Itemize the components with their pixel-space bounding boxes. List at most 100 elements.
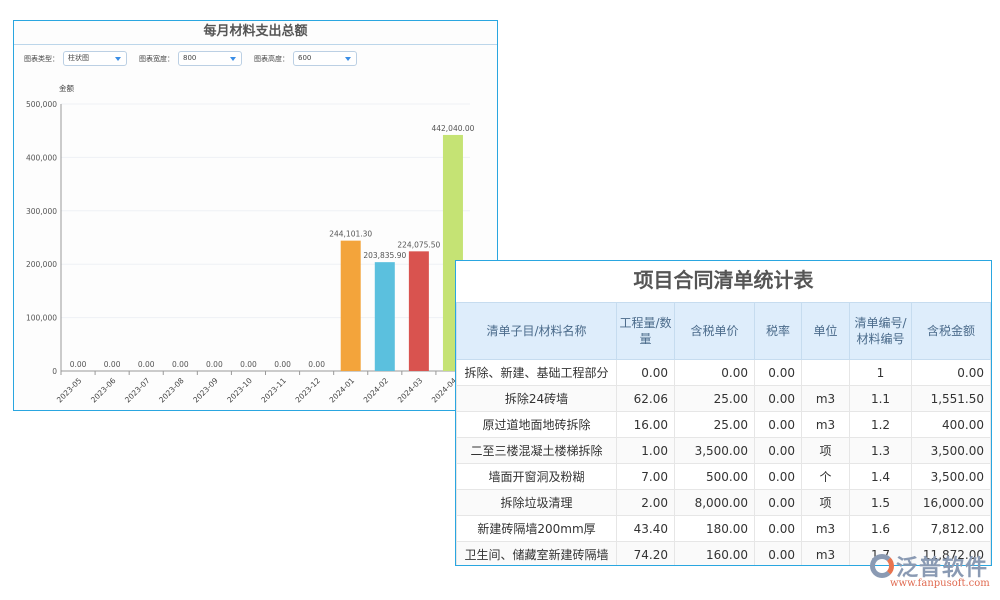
- bar: [375, 262, 395, 371]
- logo: 泛普软件 www.fanpusoft.com: [868, 550, 998, 600]
- table-cell: 项: [802, 490, 850, 516]
- table-cell: 1.00: [617, 438, 675, 464]
- table-cell: 1,551.50: [912, 386, 991, 412]
- table-cell: 7.00: [617, 464, 675, 490]
- table-cell: 3,500.00: [675, 438, 755, 464]
- table-cell: 拆除24砖墙: [457, 386, 617, 412]
- bar-value-label: 0.00: [308, 360, 325, 369]
- table-cell: 0.00: [675, 360, 755, 386]
- logo-icon: [870, 554, 894, 578]
- bar-value-label: 0.00: [240, 360, 257, 369]
- bar-value-label: 0.00: [172, 360, 189, 369]
- logo-url: www.fanpusoft.com: [890, 578, 990, 589]
- table-cell: 1.3: [850, 438, 912, 464]
- x-tick-label: 2023-09: [191, 376, 220, 405]
- table-cell: m3: [802, 412, 850, 438]
- table-cell: 2.00: [617, 490, 675, 516]
- table-title: 项目合同清单统计表: [456, 261, 991, 302]
- chevron-down-icon: [115, 57, 121, 61]
- table-cell: 0.00: [755, 490, 802, 516]
- table-row[interactable]: 二至三楼混凝土楼梯拆除1.003,500.000.00项1.33,500.00: [457, 438, 991, 464]
- table-cell: [802, 360, 850, 386]
- chevron-down-icon: [345, 57, 351, 61]
- x-tick-label: 2023-06: [89, 376, 118, 405]
- table-cell: m3: [802, 386, 850, 412]
- table-cell: 400.00: [912, 412, 991, 438]
- y-tick-label: 500,000: [26, 100, 57, 109]
- chart-width-label: 图表宽度：: [139, 54, 174, 64]
- y-axis-label: 金额: [59, 83, 74, 93]
- x-tick-label: 2023-07: [123, 376, 152, 405]
- table-cell: 1: [850, 360, 912, 386]
- table-row[interactable]: 拆除垃圾清理2.008,000.000.00项1.516,000.00: [457, 490, 991, 516]
- table-cell: 25.00: [675, 412, 755, 438]
- table-cell: 墙面开窗洞及粉糊: [457, 464, 617, 490]
- y-tick-label: 100,000: [26, 314, 57, 323]
- table-cell: 原过道地面地砖拆除: [457, 412, 617, 438]
- table-row[interactable]: 新建砖隔墙200mm厚43.40180.000.00m31.67,812.00: [457, 516, 991, 542]
- table-cell: 1.5: [850, 490, 912, 516]
- bar-value-label: 442,040.00: [431, 124, 474, 133]
- x-tick-label: 2023-05: [55, 376, 84, 405]
- table-cell: m3: [802, 542, 850, 567]
- table-cell: 0.00: [755, 386, 802, 412]
- chart-type-label: 图表类型：: [24, 54, 59, 64]
- table-cell: 180.00: [675, 516, 755, 542]
- table-cell: 0.00: [755, 438, 802, 464]
- bar-value-label: 203,835.90: [363, 251, 406, 260]
- bar-value-label: 0.00: [274, 360, 291, 369]
- table-cell: 3,500.00: [912, 464, 991, 490]
- bar-value-label: 0.00: [70, 360, 87, 369]
- y-tick-label: 400,000: [26, 153, 57, 162]
- column-header[interactable]: 清单子目/材料名称: [457, 303, 617, 360]
- chart-height-label: 图表高度：: [254, 54, 289, 64]
- y-tick-label: 0: [52, 367, 57, 376]
- table-cell: 卫生间、储藏室新建砖隔墙: [457, 542, 617, 567]
- column-header[interactable]: 税率: [755, 303, 802, 360]
- table-cell: 0.00: [755, 464, 802, 490]
- chart-width-select[interactable]: 800: [178, 51, 242, 66]
- x-tick-label: 2024-03: [396, 376, 425, 405]
- bar-value-label: 0.00: [138, 360, 155, 369]
- x-tick-label: 2023-10: [225, 376, 254, 405]
- x-tick-label: 2023-11: [259, 376, 288, 405]
- x-tick-label: 2023-12: [294, 376, 323, 405]
- table-cell: 25.00: [675, 386, 755, 412]
- table-row[interactable]: 墙面开窗洞及粉糊7.00500.000.00个1.43,500.00: [457, 464, 991, 490]
- column-header[interactable]: 清单编号/材料编号: [850, 303, 912, 360]
- chevron-down-icon: [230, 57, 236, 61]
- y-tick-label: 200,000: [26, 260, 57, 269]
- table-cell: 项: [802, 438, 850, 464]
- table-row[interactable]: 拆除24砖墙62.0625.000.00m31.11,551.50: [457, 386, 991, 412]
- table-cell: 0.00: [755, 360, 802, 386]
- chart-height-select[interactable]: 600: [293, 51, 357, 66]
- bar-value-label: 0.00: [206, 360, 223, 369]
- table-cell: 62.06: [617, 386, 675, 412]
- contract-list-table: 清单子目/材料名称工程量/数量含税单价税率单位清单编号/材料编号含税金额 拆除、…: [456, 302, 991, 566]
- table-cell: 500.00: [675, 464, 755, 490]
- table-header-row: 清单子目/材料名称工程量/数量含税单价税率单位清单编号/材料编号含税金额: [457, 303, 991, 360]
- table-cell: m3: [802, 516, 850, 542]
- bar-chart: 0 100,000 200,000 300,000 400,000 500,000金额 0.…: [14, 21, 499, 412]
- table-cell: 8,000.00: [675, 490, 755, 516]
- table-row[interactable]: 拆除、新建、基础工程部分0.000.000.0010.00: [457, 360, 991, 386]
- bar: [341, 241, 361, 371]
- table-cell: 0.00: [755, 516, 802, 542]
- x-tick-label: 2023-08: [157, 376, 186, 405]
- column-header[interactable]: 含税金额: [912, 303, 991, 360]
- y-tick-label: 300,000: [26, 207, 57, 216]
- table-cell: 新建砖隔墙200mm厚: [457, 516, 617, 542]
- x-tick-label: 2024-02: [362, 376, 391, 405]
- column-header[interactable]: 含税单价: [675, 303, 755, 360]
- chart-controls: 图表类型： 柱状图 图表宽度： 800 图表高度： 600: [24, 51, 369, 66]
- chart-type-select[interactable]: 柱状图: [63, 51, 127, 66]
- table-row[interactable]: 原过道地面地砖拆除16.0025.000.00m31.2400.00: [457, 412, 991, 438]
- table-cell: 3,500.00: [912, 438, 991, 464]
- bar-value-label: 0.00: [104, 360, 121, 369]
- column-header[interactable]: 单位: [802, 303, 850, 360]
- table-cell: 16.00: [617, 412, 675, 438]
- table-cell: 1.6: [850, 516, 912, 542]
- table-cell: 拆除垃圾清理: [457, 490, 617, 516]
- column-header[interactable]: 工程量/数量: [617, 303, 675, 360]
- table-cell: 0.00: [755, 542, 802, 567]
